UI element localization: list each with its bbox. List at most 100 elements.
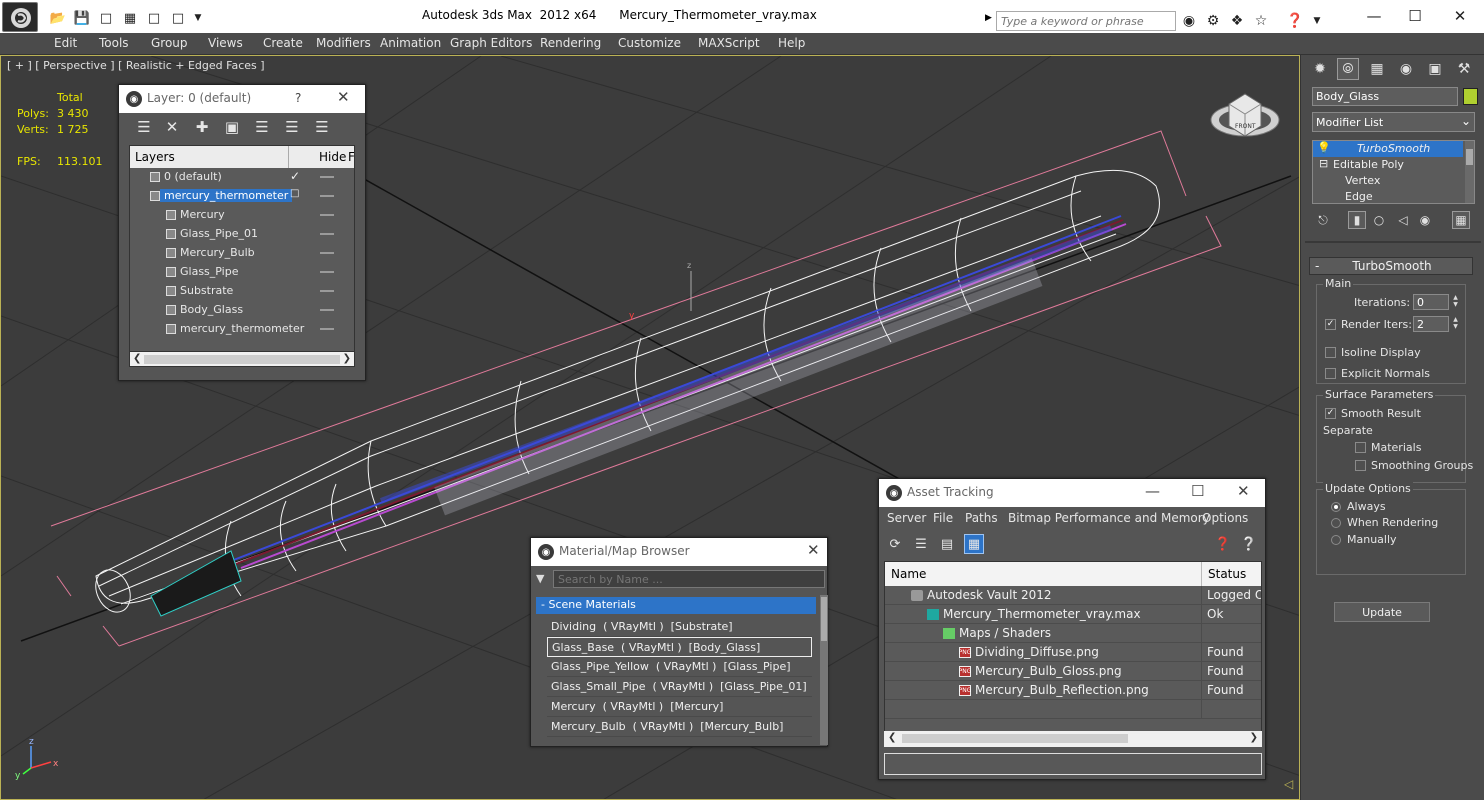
lightbulb-icon[interactable]: 💡 — [1317, 141, 1331, 154]
help-icon[interactable]: ❓ — [1213, 534, 1233, 554]
layer-horizontal-scrollbar[interactable]: ❮ ❯ — [129, 351, 355, 367]
col-status[interactable]: Status — [1201, 562, 1261, 586]
explicit-normals-checkbox[interactable] — [1325, 368, 1336, 379]
asset-row[interactable]: PNG Mercury_Bulb_Reflection.png Found — [885, 681, 1261, 700]
object-color-swatch[interactable] — [1463, 88, 1478, 105]
material-item[interactable]: Mercury_Bulb ( VRayMtl ) [Mercury_Bulb] — [547, 717, 812, 737]
asset-row[interactable]: Maps / Shaders — [885, 624, 1261, 643]
layer-row[interactable]: Body_Glass — [130, 301, 354, 320]
iterations-spinner[interactable]: 0 — [1413, 294, 1449, 310]
table-view-icon[interactable]: ▦ — [964, 534, 984, 554]
show-end-result-icon[interactable]: ▮ — [1348, 211, 1366, 229]
asset-menu-bitmap-performance[interactable]: Bitmap Performance and Memory — [1008, 511, 1210, 525]
layer-close-icon[interactable]: ✕ — [337, 88, 350, 106]
layer-row[interactable]: Mercury_Bulb — [130, 244, 354, 263]
asset-row[interactable]: PNG Mercury_Bulb_Gloss.png Found — [885, 662, 1261, 681]
tree-view-icon[interactable]: ▤ — [937, 534, 957, 554]
menu-edit[interactable]: Edit — [54, 36, 77, 50]
material-browser-titlebar[interactable]: ◉ Material/Map Browser ✕ — [531, 538, 827, 566]
col-layers[interactable]: Layers — [135, 150, 175, 164]
material-vertical-scrollbar[interactable] — [820, 595, 828, 745]
col-name[interactable]: Name — [891, 567, 926, 581]
remove-modifier-icon[interactable]: ◁ — [1394, 211, 1412, 229]
asset-row[interactable]: Mercury_Thermometer_vray.max Ok — [885, 605, 1261, 624]
help-dropdown-icon[interactable]: ▼ — [1308, 12, 1326, 30]
asset-maximize-icon[interactable]: ☐ — [1191, 482, 1204, 500]
pin-stack-icon[interactable]: ⎋ — [1314, 211, 1332, 229]
asset-tracking-titlebar[interactable]: ◉ Asset Tracking — ☐ ✕ — [879, 479, 1265, 507]
material-item[interactable]: Glass_Pipe_Yellow ( VRayMtl ) [Glass_Pip… — [547, 657, 812, 677]
asset-row[interactable]: PNG Dividing_Diffuse.png Found — [885, 643, 1261, 662]
viewport-label[interactable]: [ + ] [ Perspective ] [ Realistic + Edge… — [7, 59, 265, 72]
col-hide[interactable]: Hide — [288, 146, 346, 168]
layer-window-titlebar[interactable]: ◉ Layer: 0 (default) ? ✕ — [119, 85, 365, 113]
close-icon[interactable]: ✕ — [1446, 5, 1474, 27]
material-browser-close-icon[interactable]: ✕ — [807, 541, 820, 559]
scroll-thumb[interactable] — [902, 734, 1128, 743]
when-rendering-radio[interactable] — [1331, 518, 1341, 528]
save-file-icon[interactable]: 💾 — [74, 10, 90, 26]
refresh-icon[interactable]: ⟳ — [885, 534, 905, 554]
layer-row[interactable]: Glass_Pipe — [130, 263, 354, 282]
asset-close-icon[interactable]: ✕ — [1237, 482, 1250, 500]
add-to-layer-icon[interactable]: ✚ — [193, 118, 211, 136]
render-iters-checkbox[interactable]: ✓ — [1325, 319, 1336, 330]
create-tab-icon[interactable]: ✹ — [1309, 58, 1331, 80]
stack-item-vertex[interactable]: Vertex — [1313, 173, 1463, 189]
manually-radio[interactable] — [1331, 535, 1341, 545]
layer-row[interactable]: Substrate — [130, 282, 354, 301]
layer-row[interactable]: 0 (default) ✓ — [130, 168, 354, 187]
spinner-arrows-icon[interactable]: ▲ ▼ — [1451, 316, 1460, 332]
asset-horizontal-scrollbar[interactable]: ❮ ❯ — [884, 731, 1262, 747]
minimize-icon[interactable]: — — [1360, 5, 1388, 27]
scroll-left-icon[interactable]: ❮ — [888, 732, 896, 743]
hide-toggle[interactable] — [320, 233, 334, 235]
freeze-unfreeze-all-icon[interactable]: ☰ — [313, 118, 331, 136]
hide-toggle[interactable] — [320, 195, 334, 197]
smooth-result-checkbox[interactable]: ✓ — [1325, 408, 1336, 419]
layer-help-button[interactable]: ? — [295, 91, 301, 105]
spinner-arrows-icon[interactable]: ▲ ▼ — [1451, 294, 1460, 310]
hide-toggle[interactable] — [320, 309, 334, 311]
communication-center-icon[interactable]: ❖ — [1228, 12, 1246, 30]
material-item[interactable]: Dividing ( VRayMtl ) [Substrate] — [547, 617, 812, 637]
hide-toggle[interactable] — [320, 252, 334, 254]
menu-create[interactable]: Create — [263, 36, 303, 50]
current-layer-box-icon[interactable]: □ — [290, 188, 299, 199]
menu-rendering[interactable]: Rendering — [540, 36, 601, 50]
menu-modifiers[interactable]: Modifiers — [316, 36, 371, 50]
maximize-icon[interactable]: ☐ — [1401, 5, 1429, 27]
layer-row[interactable]: Glass_Pipe_01 — [130, 225, 354, 244]
render-iters-spinner[interactable]: 2 — [1413, 316, 1449, 332]
modifier-list-dropdown[interactable]: Modifier List ⌄ — [1312, 112, 1475, 132]
binoculars-icon[interactable]: ◉ — [1180, 12, 1198, 30]
material-item[interactable]: Mercury ( VRayMtl ) [Mercury] — [547, 697, 812, 717]
highlight-selected-layer-icon[interactable]: ☰ — [253, 118, 271, 136]
menu-tools[interactable]: Tools — [99, 36, 129, 50]
motion-tab-icon[interactable]: ◉ — [1395, 58, 1417, 80]
asset-menu-server[interactable]: Server — [887, 511, 926, 525]
configure-modifier-sets-icon[interactable]: ▦ — [1452, 211, 1470, 229]
track-bar-arrow-icon[interactable]: ◁ — [1284, 777, 1293, 791]
stack-item-turbosmooth[interactable]: 💡 TurboSmooth — [1313, 141, 1463, 157]
hide-unhide-all-icon[interactable]: ☰ — [283, 118, 301, 136]
hide-toggle[interactable] — [320, 328, 334, 330]
asset-menu-paths[interactable]: Paths — [965, 511, 998, 525]
keyword-search-input[interactable] — [996, 11, 1176, 31]
scene-materials-group[interactable]: - Scene Materials — [536, 597, 816, 614]
scroll-left-icon[interactable]: ❮ — [133, 353, 141, 364]
make-unique-icon[interactable]: ○ — [1370, 211, 1388, 229]
stack-scrollbar[interactable] — [1465, 141, 1474, 203]
redo-icon[interactable]: □ — [170, 10, 186, 26]
browser-options-dropdown-icon[interactable]: ▼ — [536, 572, 544, 585]
hide-toggle[interactable] — [320, 290, 334, 292]
list-view-icon[interactable]: ☰ — [911, 534, 931, 554]
isoline-display-checkbox[interactable] — [1325, 347, 1336, 358]
menu-maxscript[interactable]: MAXScript — [698, 36, 760, 50]
undo-icon[interactable]: □ — [98, 10, 114, 26]
stack-item-editable-poly[interactable]: ⊟ Editable Poly — [1313, 157, 1463, 173]
layer-row[interactable]: Mercury — [130, 206, 354, 225]
menu-graph-editors[interactable]: Graph Editors — [450, 36, 532, 50]
scroll-thumb[interactable] — [1466, 149, 1473, 165]
search-expand-icon[interactable]: ▶ — [985, 13, 992, 23]
